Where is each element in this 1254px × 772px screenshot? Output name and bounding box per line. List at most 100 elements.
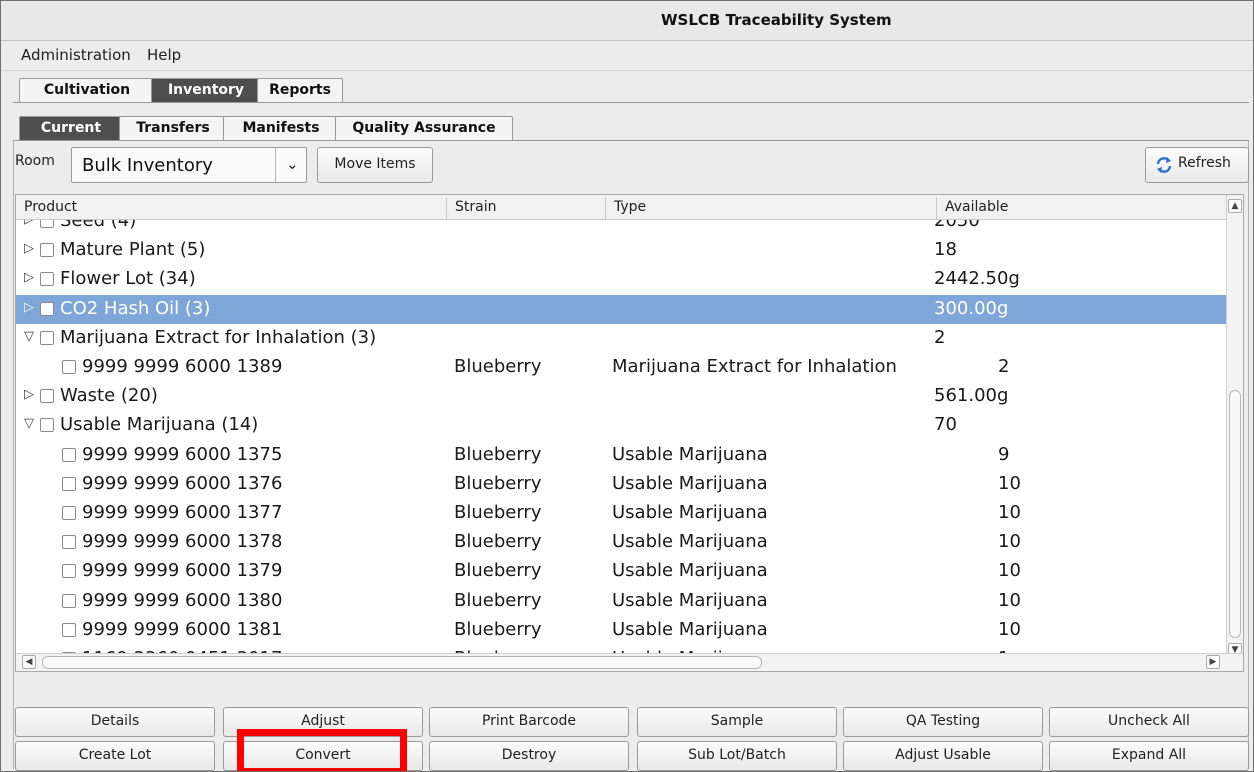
refresh-label: Refresh [1178, 155, 1231, 171]
product-cell: 9999 9999 6000 1381 [82, 618, 283, 640]
horizontal-scrollbar[interactable]: ◀ ▶ [16, 653, 1243, 671]
collapsed-triangle-icon[interactable]: ▷ [24, 241, 34, 256]
product-cell: Seed (4) [60, 220, 137, 231]
table-row[interactable]: 9999 9999 6000 1379 Blueberry Usable Marij… [16, 557, 1226, 586]
vertical-scroll-thumb[interactable] [1229, 390, 1241, 638]
product-cell: Usable Marijuana (14) [60, 414, 259, 436]
table-row[interactable]: 9999 9999 6000 1380 Blueberry Usable Marij… [16, 587, 1226, 616]
row-checkbox[interactable] [40, 220, 54, 228]
row-checkbox[interactable] [40, 418, 54, 433]
vertical-scrollbar[interactable]: ▲ ▼ [1226, 195, 1243, 659]
collapsed-triangle-icon[interactable]: ▷ [24, 387, 34, 402]
column-header-product[interactable]: Product [16, 195, 446, 219]
tree-group-row[interactable]: ▷ CO2 Hash Oil (3) 300.00g [16, 294, 1226, 324]
table-row[interactable]: 9999 9999 6000 1376 Blueberry Usable Marij… [16, 470, 1226, 499]
available-cell: 2050 [934, 220, 980, 231]
qa-testing-button[interactable]: QA Testing [843, 707, 1043, 737]
type-cell: Marijuana Extract for Inhalation [612, 356, 897, 377]
print-barcode-button[interactable]: Print Barcode [429, 707, 629, 737]
product-cell: Flower Lot (34) [60, 268, 196, 290]
strain-cell: Blueberry [454, 560, 542, 582]
tab-transfers[interactable]: Transfers [119, 116, 227, 140]
strain-cell: Blueberry [454, 589, 542, 611]
row-checkbox[interactable] [62, 476, 76, 491]
destroy-button[interactable]: Destroy [429, 741, 629, 771]
expanded-triangle-icon[interactable]: ▽ [24, 416, 34, 431]
row-checkbox[interactable] [62, 506, 76, 520]
tree-group-row[interactable]: ▷ Flower Lot (34) 2442.50g [16, 265, 1226, 294]
menu-administration[interactable]: Administration [21, 46, 131, 64]
type-cell: Usable Marijuana [612, 472, 768, 494]
row-checkbox[interactable] [62, 593, 76, 608]
table-row[interactable]: 9999 9999 6000 1378 Blueberry Usable Marij… [16, 528, 1226, 557]
scroll-left-icon[interactable]: ◀ [22, 655, 36, 669]
tree-group-row[interactable]: ▽ Usable Marijuana (14) 70 [16, 411, 1226, 440]
expanded-triangle-icon[interactable]: ▽ [24, 329, 34, 344]
product-cell: 9999 9999 6000 1378 [82, 531, 283, 553]
row-checkbox[interactable] [40, 243, 54, 258]
product-cell: 9999 9999 6000 1389 [82, 356, 283, 377]
create-lot-button[interactable]: Create Lot [15, 741, 215, 771]
tree-group-row[interactable]: ▷ Waste (20) 561.00g [16, 382, 1226, 411]
row-checkbox[interactable] [40, 301, 54, 316]
column-header-type[interactable]: Type [606, 195, 936, 219]
sub-lot-batch-button[interactable]: Sub Lot/Batch [637, 741, 837, 771]
available-cell: 300.00g [934, 297, 1009, 319]
tree-group-row[interactable]: ▷ Mature Plant (5) 18 [16, 236, 1226, 265]
column-header-available[interactable]: Available [937, 195, 1217, 219]
collapsed-triangle-icon[interactable]: ▷ [24, 270, 34, 285]
title-bar: WSLCB Traceability System [1, 1, 1253, 41]
room-select-divider [275, 148, 276, 182]
tree-group-row[interactable]: ▷ Seed (4) 2050 [16, 220, 1226, 236]
row-checkbox[interactable] [40, 389, 54, 404]
adjust-usable-button[interactable]: Adjust Usable [843, 741, 1043, 771]
type-cell: Usable Marijuana [612, 443, 768, 465]
refresh-icon [1156, 157, 1172, 173]
collapsed-triangle-icon[interactable]: ▷ [24, 220, 34, 227]
row-checkbox[interactable] [62, 564, 76, 579]
table-row[interactable]: 9999 9999 6000 1389 Blueberry Marijuana Ex… [16, 353, 1226, 382]
available-cell: 10 [998, 589, 1021, 611]
tab-reports[interactable]: Reports [257, 78, 343, 102]
details-button[interactable]: Details [15, 707, 215, 737]
tab-cultivation[interactable]: Cultivation [19, 78, 155, 102]
tree-group-row[interactable]: ▽ Marijuana Extract for Inhalation (3) 2 [16, 324, 1226, 353]
table-row[interactable]: 9999 9999 6000 1375 Blueberry Usable Marij… [16, 441, 1226, 470]
available-cell: 2 [934, 326, 946, 348]
table-row[interactable]: 9999 9999 6000 1381 Blueberry Usable Marij… [16, 616, 1226, 645]
type-cell: Usable Marijuana [612, 531, 768, 553]
available-cell: 70 [934, 414, 957, 436]
tab-current[interactable]: Current [19, 116, 123, 140]
horizontal-scroll-thumb[interactable] [42, 656, 762, 669]
available-cell: 9 [998, 443, 1010, 465]
move-items-button[interactable]: Move Items [317, 147, 433, 183]
row-checkbox[interactable] [62, 447, 76, 462]
row-checkbox[interactable] [62, 622, 76, 637]
collapsed-triangle-icon[interactable]: ▷ [24, 300, 34, 315]
scroll-right-icon[interactable]: ▶ [1206, 655, 1220, 669]
uncheck-all-button[interactable]: Uncheck All [1049, 707, 1249, 737]
highlight-box [237, 729, 407, 771]
room-select-value: Bulk Inventory [82, 155, 213, 176]
available-cell: 561.00g [934, 385, 1009, 407]
column-header-strain[interactable]: Strain [447, 195, 605, 219]
menu-help[interactable]: Help [147, 46, 181, 64]
strain-cell: Blueberry [454, 443, 542, 465]
row-checkbox[interactable] [62, 535, 76, 550]
available-cell: 10 [998, 618, 1021, 640]
row-checkbox[interactable] [40, 272, 54, 287]
expand-all-button[interactable]: Expand All [1049, 741, 1249, 771]
tab-manifests[interactable]: Manifests [223, 116, 339, 140]
row-checkbox[interactable] [40, 330, 54, 345]
sample-button[interactable]: Sample [637, 707, 837, 737]
refresh-button[interactable]: Refresh [1145, 147, 1249, 183]
scroll-up-icon[interactable]: ▲ [1228, 199, 1242, 213]
tab-inventory[interactable]: Inventory [151, 78, 261, 102]
available-cell: 2442.50g [934, 268, 1020, 290]
table-row[interactable]: 9999 9999 6000 1377 Blueberry Usable Marij… [16, 499, 1226, 528]
row-checkbox[interactable] [62, 360, 76, 374]
menu-bar: Administration Help [1, 41, 1253, 71]
room-select[interactable]: Bulk Inventory ⌄ [71, 147, 307, 183]
inventory-tree[interactable]: Product Strain Type Available ▷ Seed (4) 2… [15, 194, 1244, 672]
tab-quality-assurance[interactable]: Quality Assurance [335, 116, 513, 140]
